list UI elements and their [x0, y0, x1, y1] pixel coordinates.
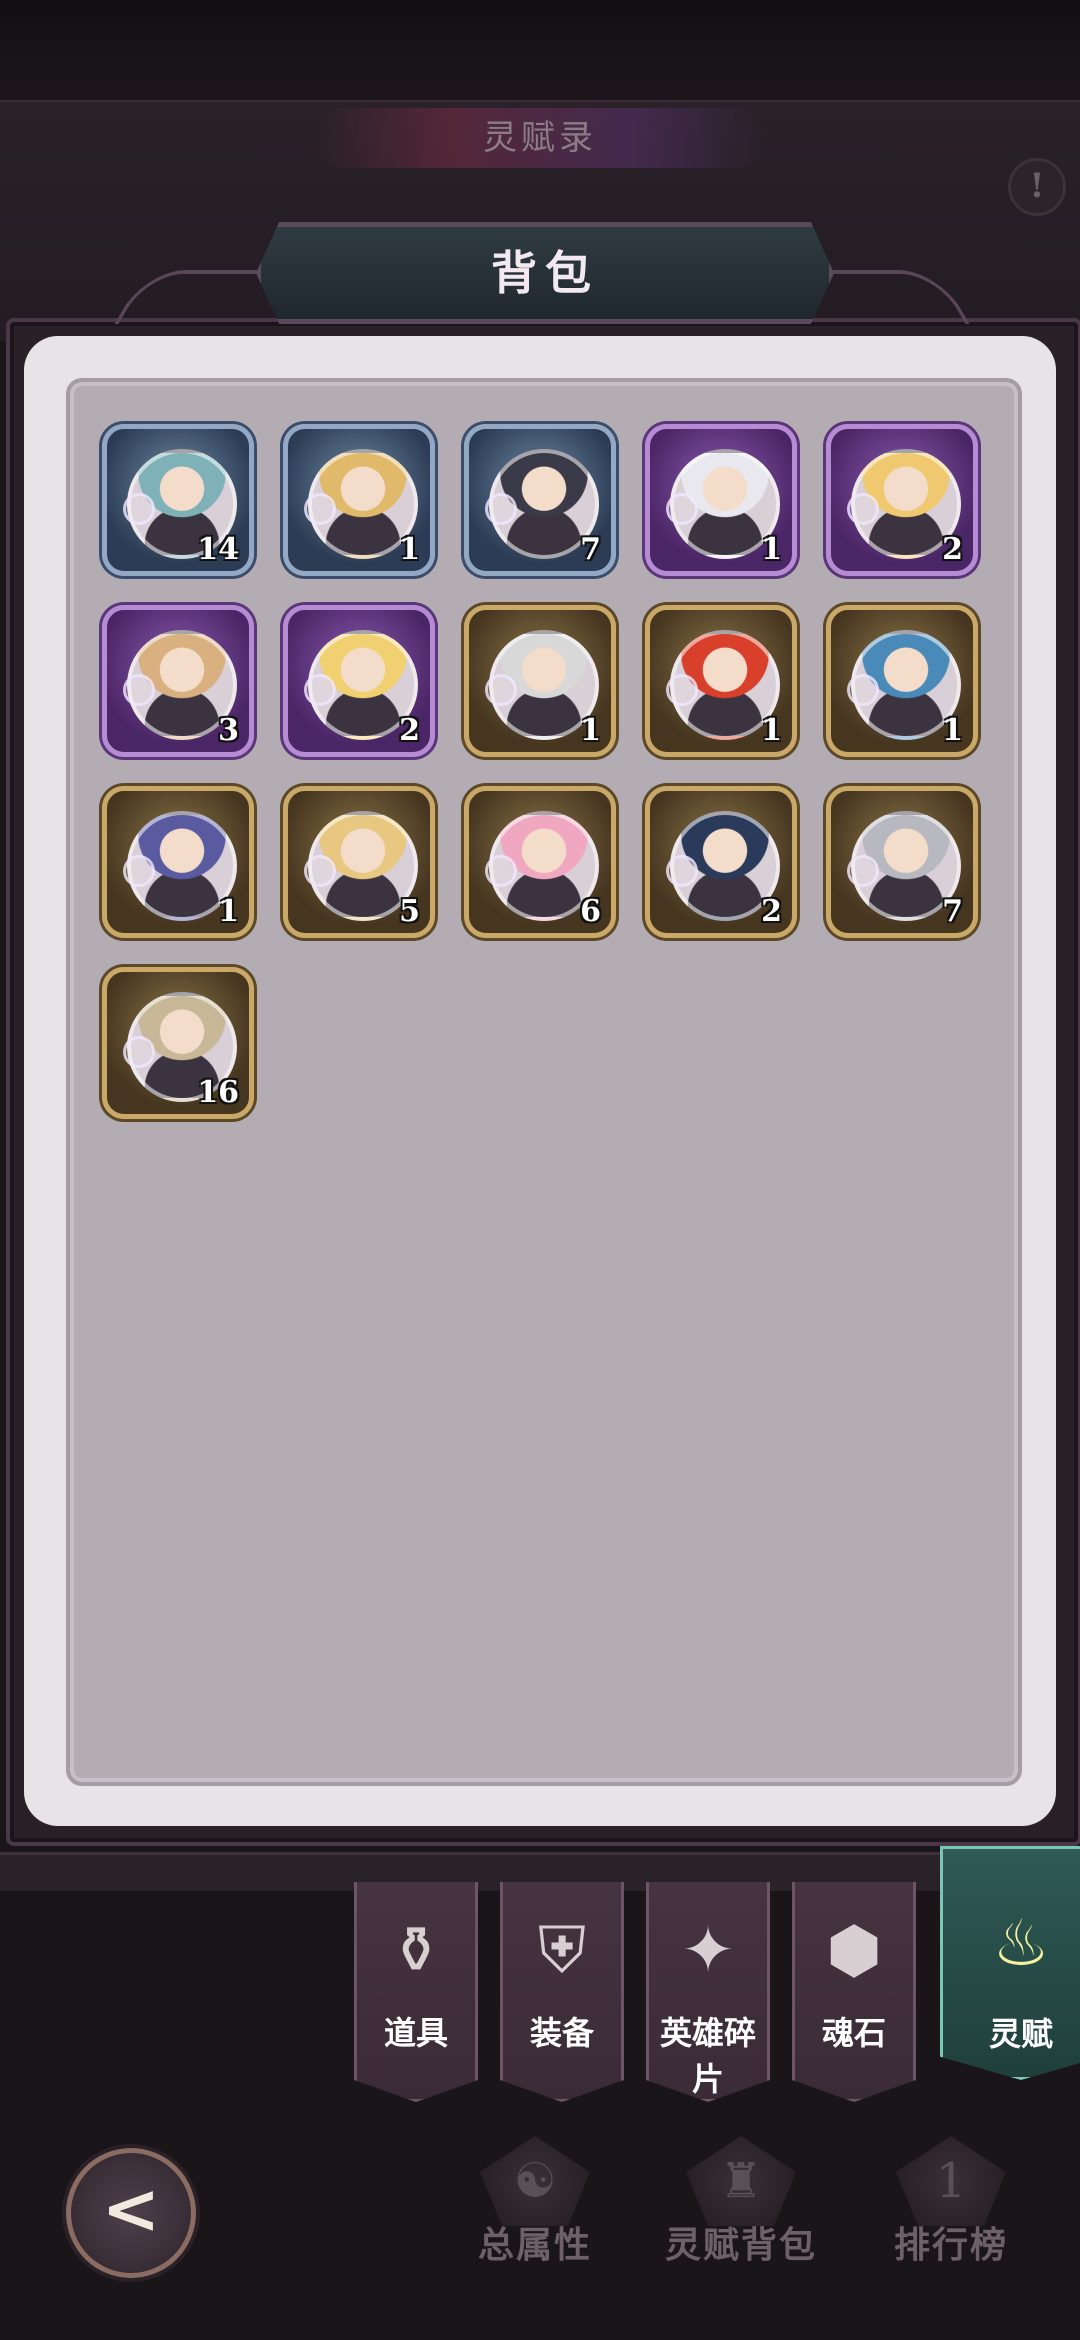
tab-soul-stone[interactable]: ⬢ 魂石 — [792, 1882, 916, 2102]
item-count: 3 — [218, 713, 239, 748]
item-slot[interactable]: 1 — [645, 605, 797, 757]
item-slot[interactable]: 14 — [102, 424, 254, 576]
item-slot[interactable]: 5 — [283, 786, 435, 938]
item-count: 1 — [761, 532, 782, 567]
rose-emblem-icon — [485, 674, 517, 706]
item-slot[interactable]: 2 — [645, 786, 797, 938]
item-count: 1 — [942, 713, 963, 748]
rose-emblem-icon — [485, 493, 517, 525]
item-slot[interactable]: 1 — [283, 424, 435, 576]
armor-icon: ⛨ — [538, 1914, 586, 1988]
item-count: 1 — [399, 532, 420, 567]
item-slot[interactable]: 16 — [102, 967, 254, 1119]
rose-emblem-icon — [304, 493, 336, 525]
item-count: 7 — [580, 532, 601, 567]
tab-label: 装备 — [529, 2014, 594, 2052]
rose-emblem-icon — [485, 855, 517, 887]
item-count: 5 — [399, 894, 420, 929]
rose-emblem-icon — [666, 493, 698, 525]
nav-leaderboard[interactable]: 1 排行榜 — [856, 2136, 1046, 2286]
item-slot[interactable]: 2 — [826, 424, 978, 576]
item-slot[interactable]: 1 — [826, 605, 978, 757]
item-count: 1 — [580, 713, 601, 748]
tab-puzzle-star[interactable]: ✦ 英雄碎片 — [646, 1882, 770, 2102]
spirit-flame-icon: ♨ — [992, 1907, 1050, 1981]
rose-emblem-icon — [666, 855, 698, 887]
rose-emblem-icon — [304, 855, 336, 887]
rose-emblem-icon — [666, 674, 698, 706]
status-bar-area — [0, 0, 1080, 100]
nav-backpack[interactable]: ♜ 灵赋背包 — [646, 2136, 836, 2286]
item-slot[interactable]: 7 — [464, 424, 616, 576]
item-count: 14 — [197, 532, 239, 567]
info-icon[interactable]: ! — [1008, 158, 1066, 216]
tab-label: 英雄碎片 — [659, 2014, 756, 2098]
tab-label: 道具 — [383, 2014, 448, 2052]
item-count: 6 — [580, 894, 601, 929]
item-count: 1 — [761, 713, 782, 748]
back-arrow-icon: < — [101, 2167, 161, 2250]
item-count: 7 — [942, 894, 963, 929]
item-slot[interactable]: 6 — [464, 786, 616, 938]
item-slot[interactable]: 1 — [464, 605, 616, 757]
item-count: 16 — [197, 1075, 239, 1110]
rose-emblem-icon — [847, 855, 879, 887]
rose-emblem-icon — [847, 493, 879, 525]
tab-spirit-flame[interactable]: ♨ 灵赋 — [940, 1846, 1080, 2080]
item-slot[interactable]: 3 — [102, 605, 254, 757]
attributes-icon: ☯ — [480, 2136, 590, 2226]
back-button[interactable]: < — [66, 2148, 196, 2278]
item-slot[interactable]: 1 — [645, 424, 797, 576]
item-count: 1 — [218, 894, 239, 929]
item-slot[interactable]: 7 — [826, 786, 978, 938]
item-count: 2 — [942, 532, 963, 567]
rose-emblem-icon — [847, 674, 879, 706]
item-slot[interactable]: 2 — [283, 605, 435, 757]
rose-emblem-icon — [123, 493, 155, 525]
item-count: 2 — [399, 713, 420, 748]
tab-label: 灵赋 — [988, 2015, 1053, 2053]
tab-item-bag[interactable]: ⚱ 道具 — [354, 1882, 478, 2102]
rose-emblem-icon — [123, 674, 155, 706]
tab-label: 魂石 — [821, 2014, 886, 2052]
nav-attributes[interactable]: ☯ 总属性 — [440, 2136, 630, 2286]
background-title: 灵赋录 — [315, 108, 765, 168]
backpack-icon: ♜ — [686, 2136, 796, 2226]
item-slot[interactable]: 1 — [102, 786, 254, 938]
rose-emblem-icon — [123, 855, 155, 887]
rose-emblem-icon — [123, 1036, 155, 1068]
puzzle-star-icon: ✦ — [681, 1914, 735, 1988]
soul-stone-icon: ⬢ — [826, 1914, 882, 1988]
leaderboard-icon: 1 — [896, 2136, 1006, 2226]
rose-emblem-icon — [304, 674, 336, 706]
item-count: 2 — [761, 894, 782, 929]
modal-title: 背包 — [256, 222, 834, 324]
tab-armor[interactable]: ⛨ 装备 — [500, 1882, 624, 2102]
item-bag-icon: ⚱ — [389, 1914, 443, 1988]
